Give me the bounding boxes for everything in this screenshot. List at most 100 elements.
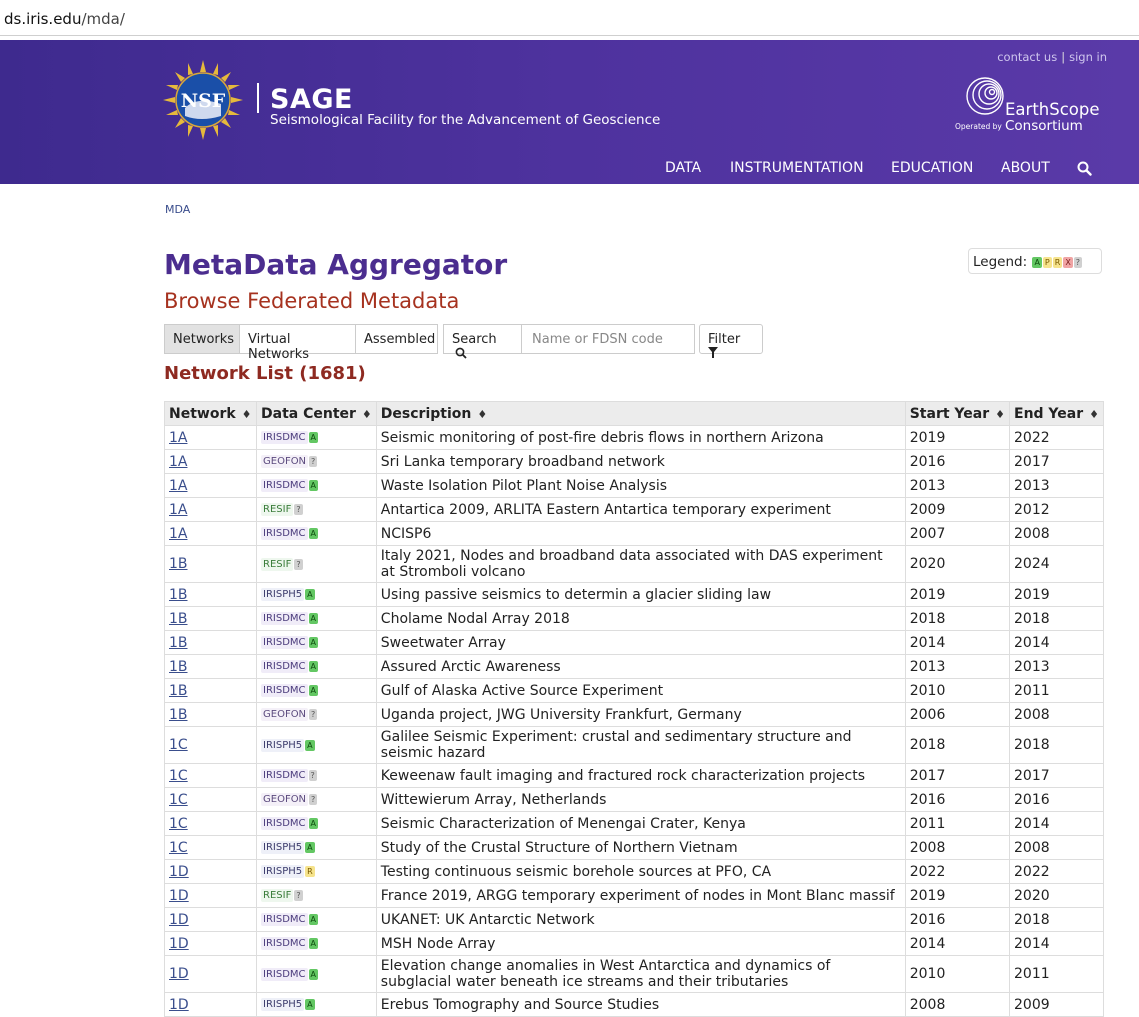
tab-networks[interactable]: Networks [164, 324, 240, 354]
description-cell: Using passive seismics to determin a gla… [375, 582, 906, 607]
nav-about[interactable]: ABOUT [1001, 160, 1050, 176]
data-center-cell: IRISPH5 A [256, 835, 377, 860]
network-link[interactable]: 1A [169, 430, 187, 446]
data-center-cell: IRISDMC? [256, 763, 377, 788]
search-button[interactable]: Search [443, 324, 522, 359]
data-center-name: GEOFON [261, 455, 309, 468]
col-end-year[interactable]: End Year ♦ [1009, 401, 1104, 426]
start-year-cell: 2010 [904, 678, 1011, 703]
earthscope-logo[interactable]: EarthScope Operated by Consortium [953, 76, 1113, 136]
description-cell: Galilee Seismic Experiment: crustal and … [375, 726, 906, 764]
network-link[interactable]: 1C [169, 816, 188, 832]
start-year-cell: 2011 [904, 811, 1011, 836]
end-year-cell: 2018 [1009, 726, 1104, 764]
data-center-cell: IRISDMC A [256, 654, 377, 679]
description-cell: Sweetwater Array [375, 630, 906, 655]
end-year-cell: 2022 [1009, 425, 1104, 450]
network-link[interactable]: 1A [169, 526, 187, 542]
description-cell: Wittewierum Array, Netherlands [375, 787, 906, 812]
site-header: contact us | sign in NSF SAGE Seismologica… [0, 40, 1139, 184]
status-badge: A [308, 480, 318, 491]
status-badge: ? [294, 890, 303, 901]
nav-instrumentation[interactable]: INSTRUMENTATION [730, 160, 864, 176]
search-input[interactable]: Name or FDSN code [521, 324, 695, 354]
end-year-cell: 2011 [1009, 955, 1104, 993]
network-link[interactable]: 1A [169, 454, 187, 470]
network-link[interactable]: 1C [169, 792, 188, 808]
address-bar[interactable]: ds.iris.edu/mda/ [0, 0, 1139, 36]
end-year-cell: 2024 [1009, 545, 1104, 583]
network-link[interactable]: 1D [169, 997, 189, 1013]
signin-link[interactable]: sign in [1069, 50, 1107, 64]
network-link[interactable]: 1D [169, 912, 189, 928]
filter-button[interactable]: Filter [699, 324, 763, 358]
col-network[interactable]: Network ♦ [164, 401, 257, 426]
network-link[interactable]: 1D [169, 864, 189, 880]
start-year-cell: 2017 [904, 763, 1011, 788]
start-year-cell: 2006 [904, 702, 1011, 727]
legend-a: A [1032, 257, 1042, 268]
network-code-cell: 1D [164, 907, 257, 932]
end-year-cell: 2020 [1009, 883, 1104, 908]
end-year-cell: 2018 [1009, 907, 1104, 932]
network-table: Network ♦ Data Center ♦ Description ♦ Start… [164, 401, 1104, 1017]
status-badge: A [308, 685, 318, 696]
table-row: 1A GEOFON? Sri Lanka temporary broadband n… [164, 449, 1104, 474]
top-links: contact us | sign in [997, 50, 1107, 64]
data-center-name: IRISDMC [261, 612, 308, 625]
start-year-cell: 2018 [904, 606, 1011, 631]
col-data-center[interactable]: Data Center ♦ [256, 401, 377, 426]
table-row: 1B IRISDMC A Assured Arctic Awareness 2013 20… [164, 654, 1104, 679]
col-description[interactable]: Description ♦ [375, 401, 906, 426]
filter-label: Filter [708, 332, 741, 347]
network-link[interactable]: 1B [169, 707, 188, 723]
data-center-cell: RESIF? [256, 545, 377, 583]
status-badge: A [308, 528, 318, 539]
nav-data[interactable]: DATA [665, 160, 701, 176]
breadcrumb[interactable]: MDA [165, 203, 190, 216]
sort-icon: ♦ [241, 407, 252, 421]
description-cell: Seismic Characterization of Menengai Cra… [375, 811, 906, 836]
table-body: 1A IRISDMC A Seismic monitoring of post-fir… [164, 425, 1104, 1017]
network-link[interactable]: 1B [169, 635, 188, 651]
status-badge: R [305, 866, 315, 877]
sage-brand[interactable]: SAGE [270, 84, 353, 115]
network-link[interactable]: 1D [169, 966, 189, 982]
data-center-name: IRISPH5 [261, 738, 305, 752]
legend-x: X [1063, 257, 1073, 268]
description-cell: Erebus Tomography and Source Studies [375, 992, 906, 1017]
table-row: 1C IRISPH5 A Galilee Seismic Experiment: cr… [164, 726, 1104, 764]
search-icon[interactable] [1077, 161, 1092, 176]
end-year-cell: 2008 [1009, 521, 1104, 546]
nsf-logo-icon[interactable]: NSF [163, 60, 243, 140]
network-link[interactable]: 1C [169, 768, 188, 784]
network-link[interactable]: 1A [169, 478, 187, 494]
network-link[interactable]: 1C [169, 737, 188, 753]
end-year-cell: 2018 [1009, 606, 1104, 631]
start-year-cell: 2013 [904, 654, 1011, 679]
network-code-cell: 1D [164, 931, 257, 956]
data-center-name: IRISDMC [261, 817, 308, 830]
tab-virtual-networks[interactable]: Virtual Networks [239, 324, 356, 362]
table-row: 1B RESIF? Italy 2021, Nodes and broadband … [164, 545, 1104, 583]
network-link[interactable]: 1A [169, 502, 187, 518]
network-link[interactable]: 1B [169, 659, 188, 675]
network-link[interactable]: 1B [169, 683, 188, 699]
nav-education[interactable]: EDUCATION [891, 160, 973, 176]
network-code-cell: 1D [164, 992, 257, 1017]
network-code-cell: 1B [164, 582, 257, 607]
data-center-name: IRISDMC [261, 769, 308, 782]
network-link[interactable]: 1B [169, 587, 188, 603]
data-center-cell: IRISDMC A [256, 931, 377, 956]
data-center-name: RESIF [261, 889, 294, 902]
col-start-year[interactable]: Start Year ♦ [904, 401, 1011, 426]
network-link[interactable]: 1B [169, 556, 188, 572]
network-link[interactable]: 1D [169, 888, 189, 904]
network-link[interactable]: 1B [169, 611, 188, 627]
table-row: 1C IRISPH5 A Study of the Crustal Structure… [164, 835, 1104, 860]
sort-icon: ♦ [995, 407, 1005, 421]
contact-link[interactable]: contact us [997, 50, 1057, 64]
network-link[interactable]: 1D [169, 936, 189, 952]
network-link[interactable]: 1C [169, 840, 188, 856]
tab-assembled[interactable]: Assembled [355, 324, 438, 354]
